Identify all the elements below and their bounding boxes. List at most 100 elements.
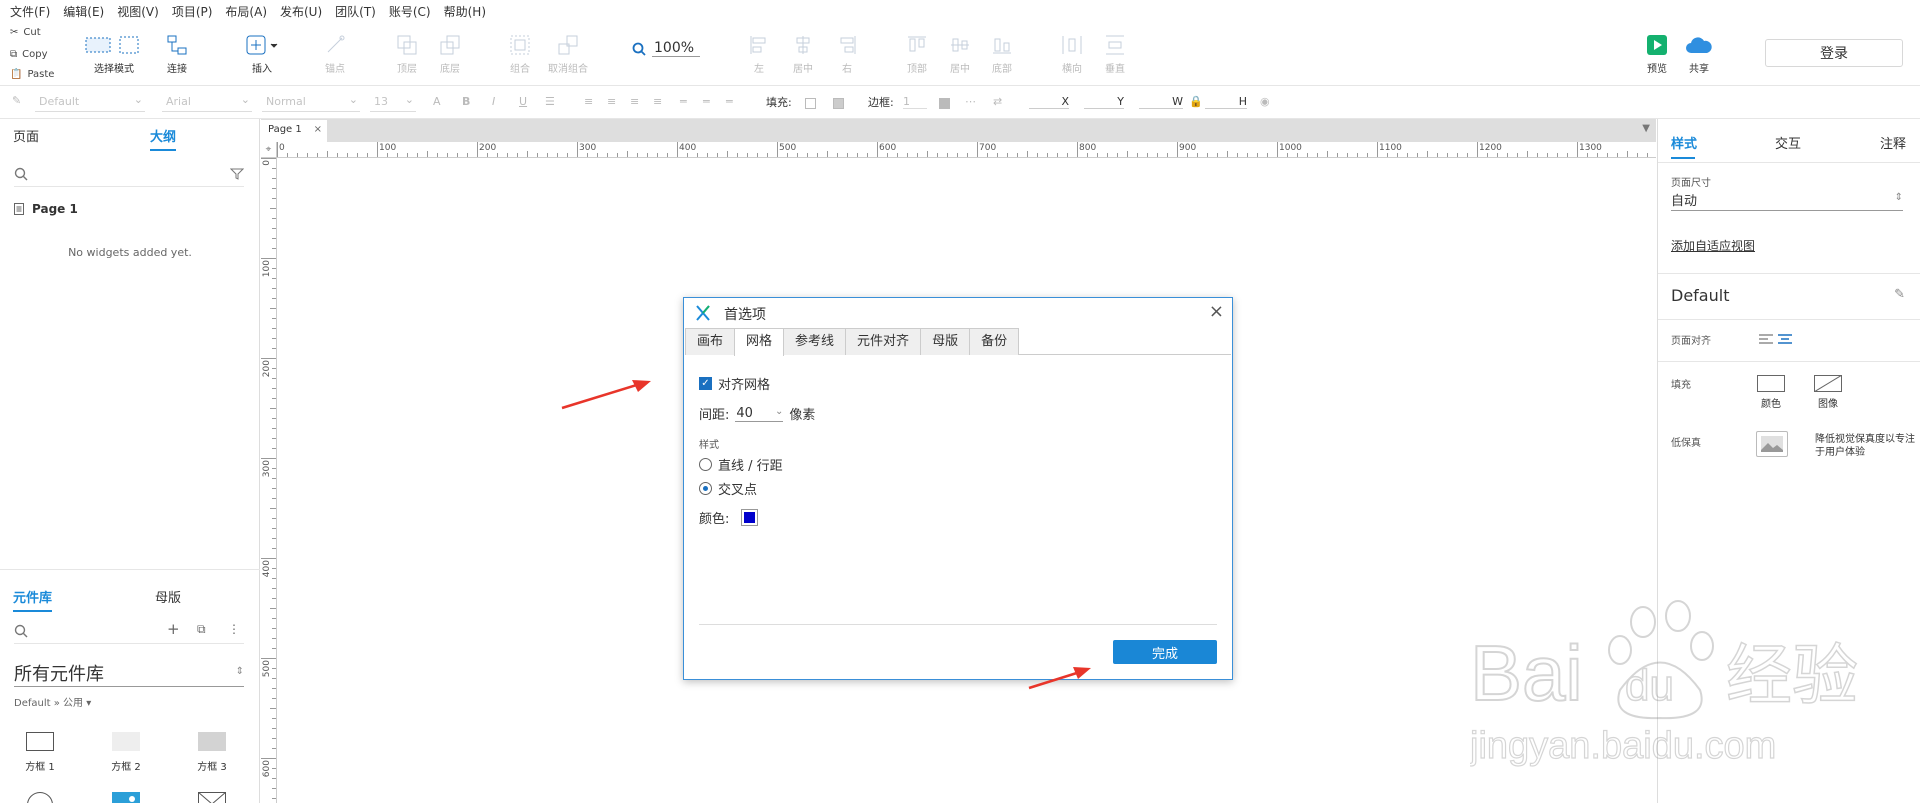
bullet-list-icon[interactable]: ☰ bbox=[545, 95, 555, 108]
border-pattern-icon[interactable]: ⋯ bbox=[965, 95, 976, 108]
w-input[interactable]: W bbox=[1139, 95, 1183, 109]
fill-color-button[interactable]: 颜色 bbox=[1756, 375, 1786, 410]
font-select[interactable]: Arial bbox=[162, 91, 252, 112]
distribute-vertical-button[interactable]: 垂直 bbox=[1103, 34, 1127, 75]
fill-image-swatch[interactable] bbox=[833, 96, 844, 109]
align-bottom-button[interactable]: 底部 bbox=[990, 34, 1014, 75]
tab-backup[interactable]: 备份 bbox=[969, 328, 1020, 355]
paste-button[interactable]: 📋 Paste bbox=[10, 69, 54, 80]
underline-icon[interactable]: U bbox=[519, 95, 527, 108]
page-align-left-icon[interactable] bbox=[1759, 334, 1773, 346]
zoom-value[interactable]: 100% bbox=[652, 40, 700, 57]
add-adaptive-view-link[interactable]: 添加自适应视图 bbox=[1671, 237, 1755, 254]
menu-help[interactable]: 帮助(H) bbox=[444, 3, 486, 20]
tab-canvas[interactable]: 画布 bbox=[685, 328, 736, 355]
widget-box-1[interactable]: 方框 1 bbox=[10, 732, 70, 773]
tabs-dropdown-icon[interactable]: ▼ bbox=[1642, 123, 1650, 134]
align-left-button[interactable]: 左 bbox=[747, 34, 771, 75]
y-input[interactable]: Y bbox=[1084, 95, 1124, 109]
library-folder-icon[interactable]: ⧉ bbox=[197, 622, 206, 637]
doc-tab-page1[interactable]: Page 1 × bbox=[261, 120, 327, 142]
library-search[interactable]: + ⧉ ⋮ bbox=[14, 620, 244, 644]
text-align-right-icon[interactable]: ≡ bbox=[630, 95, 639, 108]
valign-top-icon[interactable]: ═ bbox=[680, 95, 687, 108]
close-tab-icon[interactable]: × bbox=[314, 120, 322, 140]
border-color-swatch[interactable] bbox=[939, 96, 950, 109]
grid-color-picker[interactable] bbox=[741, 509, 759, 526]
menu-file[interactable]: 文件(F) bbox=[10, 3, 50, 20]
x-input[interactable]: X bbox=[1029, 95, 1069, 109]
tab-widget-snap[interactable]: 元件对齐 bbox=[845, 328, 922, 355]
text-align-left-icon[interactable]: ≡ bbox=[584, 95, 593, 108]
italic-icon[interactable]: I bbox=[492, 95, 495, 108]
share-button[interactable]: 共享 bbox=[1684, 34, 1714, 75]
send-bottom-button[interactable]: 底层 bbox=[438, 34, 462, 75]
connect-button[interactable]: 连接 bbox=[165, 34, 189, 75]
valign-bottom-icon[interactable]: ═ bbox=[726, 95, 733, 108]
select-mode-button[interactable]: 选择模式 bbox=[84, 34, 144, 75]
bring-top-button[interactable]: 顶层 bbox=[395, 34, 419, 75]
lock-ratio-icon[interactable]: 🔒 bbox=[1189, 95, 1203, 108]
fill-color-swatch[interactable] bbox=[805, 96, 816, 109]
lowfi-toggle[interactable] bbox=[1756, 431, 1788, 457]
filter-icon[interactable] bbox=[230, 167, 244, 181]
add-library-icon[interactable]: + bbox=[167, 620, 180, 638]
tab-masters[interactable]: 母版 bbox=[920, 328, 971, 355]
edit-style-icon[interactable]: ✎ bbox=[1894, 287, 1905, 302]
more-options-icon[interactable]: ⋮ bbox=[228, 622, 240, 636]
align-center-button[interactable]: 居中 bbox=[791, 34, 815, 75]
align-top-button[interactable]: 顶部 bbox=[905, 34, 929, 75]
font-weight-select[interactable]: Normal bbox=[262, 91, 360, 112]
spacing-input[interactable]: 40 ⌄ bbox=[735, 406, 784, 422]
menu-account[interactable]: 账号(C) bbox=[389, 3, 431, 20]
visibility-eye-icon[interactable]: ◉ bbox=[1260, 95, 1270, 108]
h-input[interactable]: H bbox=[1205, 95, 1247, 109]
tab-grid[interactable]: 网格 bbox=[734, 328, 785, 356]
arrow-style-icon[interactable]: ⇄ bbox=[993, 95, 1002, 108]
outline-search[interactable] bbox=[14, 165, 244, 187]
align-middle-button[interactable]: 居中 bbox=[948, 34, 972, 75]
menu-edit[interactable]: 编辑(E) bbox=[63, 3, 104, 20]
menu-view[interactable]: 视图(V) bbox=[117, 3, 159, 20]
text-align-center-icon[interactable]: ≡ bbox=[607, 95, 616, 108]
ungroup-button[interactable]: 取消组合 bbox=[548, 34, 588, 75]
copy-button[interactable]: ⧉ Copy bbox=[10, 49, 48, 60]
valign-middle-icon[interactable]: ═ bbox=[703, 95, 710, 108]
bold-icon[interactable]: B bbox=[462, 95, 470, 108]
ruler-corner-icon[interactable]: ⌖ bbox=[261, 142, 277, 158]
menu-project[interactable]: 项目(P) bbox=[172, 3, 213, 20]
tab-guides[interactable]: 参考线 bbox=[783, 328, 847, 355]
widget-placeholder[interactable] bbox=[182, 791, 242, 803]
tab-libraries[interactable]: 元件库 bbox=[13, 587, 53, 612]
login-button[interactable]: 登录 bbox=[1765, 39, 1903, 67]
radio-lines[interactable]: 直线 / 行距 bbox=[699, 455, 783, 474]
fill-image-button[interactable]: 图像 bbox=[1813, 375, 1843, 410]
snap-grid-checkbox[interactable]: ✓ 对齐网格 bbox=[699, 374, 770, 393]
close-icon[interactable]: × bbox=[1209, 301, 1224, 322]
menu-team[interactable]: 团队(T) bbox=[335, 3, 376, 20]
vertical-ruler[interactable]: 0 100 200 300 400 500 600 bbox=[261, 158, 277, 803]
font-color-icon[interactable]: A bbox=[433, 95, 441, 108]
menu-layout[interactable]: 布局(A) bbox=[225, 3, 267, 20]
tab-notes[interactable]: 注释 bbox=[1880, 133, 1906, 152]
points-button[interactable]: 锚点 bbox=[323, 34, 347, 75]
widget-box-2[interactable]: 方框 2 bbox=[96, 732, 156, 773]
menu-publish[interactable]: 发布(U) bbox=[280, 3, 322, 20]
border-width-input[interactable]: 1 bbox=[903, 95, 927, 109]
distribute-horizontal-button[interactable]: 横向 bbox=[1060, 34, 1084, 75]
widget-box-3[interactable]: 方框 3 bbox=[182, 732, 242, 773]
align-right-button[interactable]: 右 bbox=[835, 34, 859, 75]
radio-intersections[interactable]: 交叉点 bbox=[699, 479, 757, 498]
library-breadcrumb[interactable]: Default » 公用 ▾ bbox=[14, 694, 91, 709]
preview-button[interactable]: 预览 bbox=[1645, 34, 1669, 75]
widget-image[interactable] bbox=[96, 792, 156, 803]
page-align-center-icon[interactable] bbox=[1778, 334, 1792, 346]
done-button[interactable]: 完成 bbox=[1113, 640, 1217, 664]
horizontal-ruler[interactable]: 0 100 200 300 400 500 600 700 800 900 1000 1100 1200… bbox=[277, 142, 1658, 158]
group-button[interactable]: 组合 bbox=[508, 34, 532, 75]
zoom-control[interactable]: 100% bbox=[632, 40, 700, 57]
text-justify-icon[interactable]: ≡ bbox=[653, 95, 662, 108]
style-select[interactable]: Default bbox=[35, 91, 145, 112]
tab-pages[interactable]: 页面 bbox=[13, 126, 39, 145]
library-selector[interactable]: 所有元件库 ⇕ bbox=[14, 660, 244, 687]
